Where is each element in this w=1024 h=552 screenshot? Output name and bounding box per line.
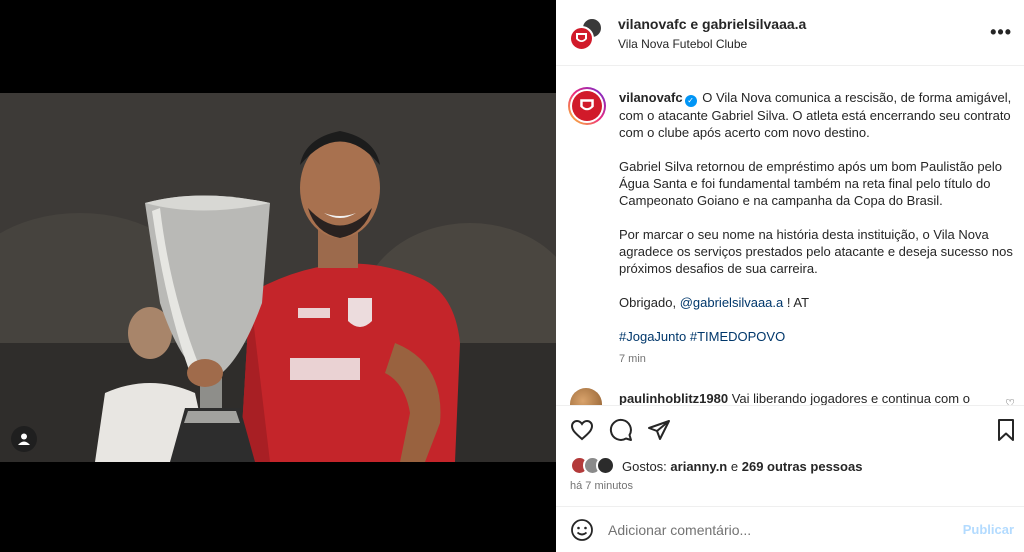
likers-avatars[interactable] <box>570 456 620 476</box>
avatar-vilanovafc[interactable] <box>569 26 594 51</box>
action-bar <box>556 405 1024 453</box>
posted-time[interactable]: há 7 minutos <box>570 480 633 492</box>
user-tag-icon[interactable] <box>11 426 37 452</box>
post-details-panel: vilanovafc e gabrielsilvaaa.a Vila Nova … <box>556 0 1024 552</box>
post-photo[interactable] <box>0 93 556 462</box>
likes-prefix: Gostos: <box>622 459 667 474</box>
likes-summary: Gostos: arianny.n e 269 outras pessoas <box>622 459 862 474</box>
comment-item: paulinhoblitz1980 Vai liberando jogadore… <box>619 391 999 405</box>
share-icon[interactable] <box>647 418 671 442</box>
header-usernames[interactable]: vilanovafc e gabrielsilvaaa.a <box>618 16 806 32</box>
comment-like-icon[interactable]: ♡ <box>1005 397 1015 405</box>
post-header: vilanovafc e gabrielsilvaaa.a Vila Nova … <box>556 0 1024 66</box>
caption-paragraph-3: Por marcar o seu nome na história desta … <box>619 227 1013 276</box>
caption-avatar[interactable] <box>568 87 606 125</box>
save-icon[interactable] <box>994 418 1018 442</box>
publish-button[interactable]: Publicar <box>963 522 1014 537</box>
add-comment-bar: Publicar <box>556 506 1024 552</box>
hashtags[interactable]: #JogaJunto #TIMEDOPOVO <box>619 328 1019 345</box>
header-location[interactable]: Vila Nova Futebol Clube <box>618 37 747 51</box>
comment-icon[interactable] <box>609 418 633 442</box>
club-crest-icon <box>580 99 594 111</box>
post-caption: vilanovafc ✓ O Vila Nova comunica a resci… <box>619 89 1019 368</box>
comments-area: vilanovafc ✓ O Vila Nova comunica a resci… <box>556 67 1024 405</box>
caption-thanks: Obrigado, <box>619 295 677 310</box>
post-media <box>0 0 556 552</box>
verified-badge-icon: ✓ <box>684 95 697 107</box>
caption-signature: ! AT <box>786 295 810 310</box>
comment-input[interactable] <box>608 519 948 541</box>
liker-avatar <box>596 456 615 475</box>
caption-paragraph-2: Gabriel Silva retornou de empréstimo apó… <box>619 159 1002 208</box>
photo-illustration <box>0 93 556 462</box>
collab-avatars[interactable] <box>569 17 603 51</box>
caption-time[interactable]: 7 min <box>619 351 1019 368</box>
comment-username[interactable]: paulinhoblitz1980 <box>619 391 728 405</box>
likes-user[interactable]: arianny.n <box>670 459 727 474</box>
emoji-icon[interactable] <box>570 518 594 542</box>
commenter-avatar[interactable] <box>570 388 602 405</box>
likes-others[interactable]: 269 outras pessoas <box>742 459 863 474</box>
heart-icon[interactable] <box>570 418 594 442</box>
mention-link[interactable]: @gabrielsilvaaa.a <box>680 295 784 310</box>
comment-text: Vai liberando jogadores e continua com o <box>731 391 970 405</box>
likes-connector: e <box>730 459 739 474</box>
caption-username[interactable]: vilanovafc <box>619 90 683 105</box>
more-options-icon[interactable]: ••• <box>990 22 1012 43</box>
club-crest-icon <box>576 33 587 42</box>
